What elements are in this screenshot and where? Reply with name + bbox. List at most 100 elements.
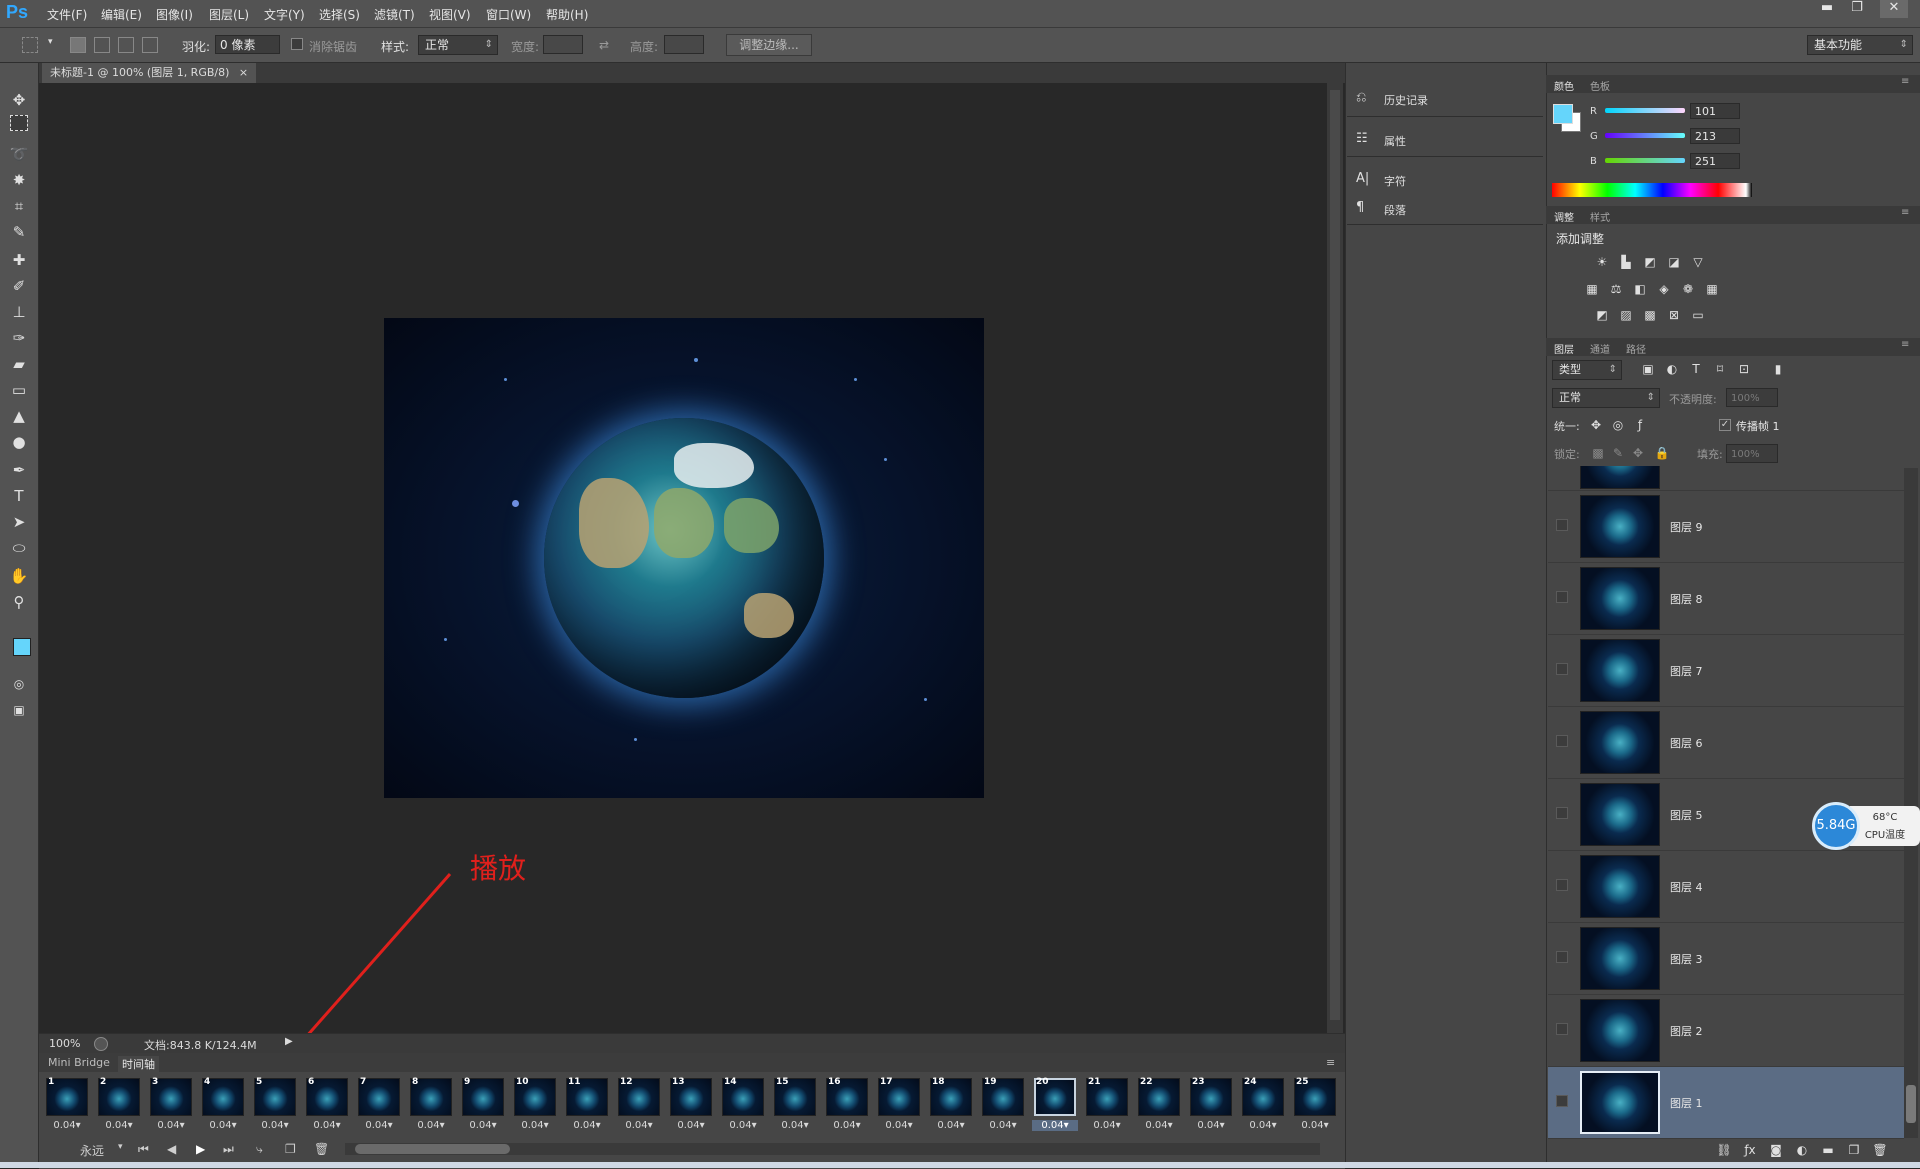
lock-position-icon[interactable]: ✥ — [1630, 446, 1646, 460]
layer-visibility-toggle[interactable] — [1556, 1095, 1568, 1107]
panel-menu-icon[interactable]: ≡ — [1901, 207, 1909, 218]
blend-mode-select[interactable]: 正常 — [1552, 388, 1660, 408]
tab-mini-bridge[interactable]: Mini Bridge — [48, 1056, 110, 1069]
loop-select[interactable]: 永远 — [80, 1142, 104, 1159]
timeline-frame[interactable]: 2 0.04▾ — [96, 1076, 142, 1134]
channel-mixer-icon[interactable]: ❁ — [1680, 282, 1696, 296]
timeline-frame[interactable]: 10 0.04▾ — [512, 1076, 558, 1134]
frame-delay-select[interactable]: 0.04▾ — [668, 1120, 714, 1131]
frame-delay-select[interactable]: 0.04▾ — [408, 1120, 454, 1131]
canvas-scroll-thumb[interactable] — [1330, 90, 1340, 1020]
tab-adjustments[interactable]: 调整 — [1554, 209, 1574, 224]
color-balance-icon[interactable]: ⚖ — [1608, 282, 1624, 296]
marquee-tool-preset-icon[interactable] — [22, 37, 38, 53]
lock-transparent-icon[interactable]: ▩ — [1590, 446, 1606, 460]
new-layer-icon[interactable]: ❐ — [1846, 1143, 1862, 1157]
eyedropper-tool-icon[interactable]: ✎ — [8, 221, 30, 243]
subtract-selection-icon[interactable] — [118, 37, 134, 53]
add-selection-icon[interactable] — [94, 37, 110, 53]
layer-row[interactable]: 图层 4 — [1548, 851, 1904, 923]
fill-input[interactable]: 100% — [1726, 444, 1778, 463]
add-mask-icon[interactable]: ◙ — [1768, 1143, 1784, 1157]
marquee-tool-icon[interactable] — [10, 115, 28, 131]
posterize-icon[interactable]: ▨ — [1618, 308, 1634, 322]
refine-edge-button[interactable]: 调整边缘... — [726, 34, 812, 56]
panel-menu-icon[interactable]: ≡ — [1901, 76, 1909, 87]
new-adjustment-icon[interactable]: ◐ — [1794, 1143, 1810, 1157]
pen-tool-icon[interactable]: ✒ — [8, 459, 30, 481]
frame-delay-select[interactable]: 0.04▾ — [96, 1120, 142, 1131]
layer-visibility-toggle[interactable] — [1556, 951, 1568, 963]
blue-slider[interactable] — [1605, 158, 1685, 163]
unify-visibility-icon[interactable]: ◎ — [1610, 418, 1626, 432]
frame-delay-select[interactable]: 0.04▾ — [356, 1120, 402, 1131]
swap-icon[interactable]: ⇄ — [599, 38, 609, 52]
width-input[interactable] — [543, 35, 583, 54]
magic-wand-tool-icon[interactable]: ✸ — [8, 169, 30, 191]
frame-delay-select[interactable]: 0.04▾ — [1032, 1120, 1078, 1131]
timeline-frame[interactable]: 6 0.04▾ — [304, 1076, 350, 1134]
menu-type[interactable]: 文字(Y) — [264, 6, 305, 23]
timeline-frame[interactable]: 23 0.04▾ — [1188, 1076, 1234, 1134]
character-icon[interactable]: A| — [1356, 171, 1369, 186]
previous-frame-button[interactable]: ◀ — [167, 1142, 176, 1156]
paragraph-icon[interactable]: ¶ — [1356, 200, 1364, 215]
vibrance-icon[interactable]: ▽ — [1690, 255, 1706, 269]
timeline-frame[interactable]: 25 0.04▾ — [1292, 1076, 1338, 1134]
memory-usage-badge[interactable]: 5.84G — [1812, 802, 1860, 850]
timeline-frame[interactable]: 20 0.04▾ — [1032, 1076, 1078, 1134]
frame-delay-select[interactable]: 0.04▾ — [1136, 1120, 1182, 1131]
ellipse-tool-icon[interactable]: ⬭ — [8, 537, 30, 559]
filter-type-icon[interactable]: T — [1688, 362, 1704, 376]
minimize-button[interactable]: ▬ — [1813, 0, 1841, 18]
timeline-frame[interactable]: 11 0.04▾ — [564, 1076, 610, 1134]
canvas-image[interactable] — [384, 318, 984, 798]
lock-all-icon[interactable]: 🔒 — [1654, 446, 1670, 460]
history-icon[interactable]: ⎌ — [1356, 90, 1366, 105]
unify-position-icon[interactable]: ✥ — [1588, 418, 1604, 432]
menu-help[interactable]: 帮助(H) — [546, 6, 588, 23]
green-value[interactable]: 213 — [1690, 128, 1740, 144]
color-spectrum-ramp[interactable] — [1552, 183, 1752, 197]
hue-saturation-icon[interactable]: ▦ — [1584, 282, 1600, 296]
layer-row[interactable]: 图层 8 — [1548, 563, 1904, 635]
blur-tool-icon[interactable]: ▲ — [8, 405, 30, 427]
frame-delay-select[interactable]: 0.04▾ — [1240, 1120, 1286, 1131]
filter-adjustment-icon[interactable]: ◐ — [1664, 362, 1680, 376]
black-white-icon[interactable]: ◧ — [1632, 282, 1648, 296]
style-select[interactable]: 正常 — [418, 35, 498, 55]
layers-scrollbar[interactable] — [1904, 468, 1918, 1138]
timeline-frame[interactable]: 8 0.04▾ — [408, 1076, 454, 1134]
invert-icon[interactable]: ◩ — [1594, 308, 1610, 322]
layer-visibility-toggle[interactable] — [1556, 807, 1568, 819]
new-group-icon[interactable]: ▬ — [1820, 1143, 1836, 1157]
timeline-frame[interactable]: 22 0.04▾ — [1136, 1076, 1182, 1134]
timeline-frame[interactable]: 16 0.04▾ — [824, 1076, 870, 1134]
tab-styles[interactable]: 样式 — [1590, 209, 1610, 224]
red-slider[interactable] — [1605, 108, 1685, 113]
crop-tool-icon[interactable]: ⌗ — [8, 195, 30, 217]
frame-delay-select[interactable]: 0.04▾ — [564, 1120, 610, 1131]
lock-pixels-icon[interactable]: ✎ — [1610, 446, 1626, 460]
frame-delay-select[interactable]: 0.04▾ — [512, 1120, 558, 1131]
properties-icon[interactable]: ☷ — [1356, 131, 1368, 146]
frame-delay-select[interactable]: 0.04▾ — [460, 1120, 506, 1131]
play-button[interactable]: ▶ — [196, 1142, 205, 1156]
frame-delay-select[interactable]: 0.04▾ — [928, 1120, 974, 1131]
first-frame-button[interactable]: ⏮ — [138, 1142, 149, 1157]
workspace-select[interactable]: 基本功能 — [1807, 35, 1913, 55]
foreground-color-swatch[interactable] — [13, 638, 31, 656]
antialias-checkbox[interactable] — [291, 38, 303, 50]
gradient-map-icon[interactable]: ▭ — [1690, 308, 1706, 322]
frame-delay-select[interactable]: 0.04▾ — [1292, 1120, 1338, 1131]
timeline-frame[interactable]: 12 0.04▾ — [616, 1076, 662, 1134]
timeline-scroll-thumb[interactable] — [355, 1144, 510, 1154]
brush-tool-icon[interactable]: ✐ — [8, 275, 30, 297]
filter-shape-icon[interactable]: ⌑ — [1712, 362, 1728, 376]
filter-smart-object-icon[interactable]: ⊡ — [1736, 362, 1752, 376]
color-lookup-icon[interactable]: ▦ — [1704, 282, 1720, 296]
levels-icon[interactable]: ▙ — [1618, 255, 1634, 269]
stamp-tool-icon[interactable]: ⊥ — [8, 301, 30, 323]
move-tool-icon[interactable]: ✥ — [8, 89, 30, 111]
frame-delay-select[interactable]: 0.04▾ — [44, 1120, 90, 1131]
